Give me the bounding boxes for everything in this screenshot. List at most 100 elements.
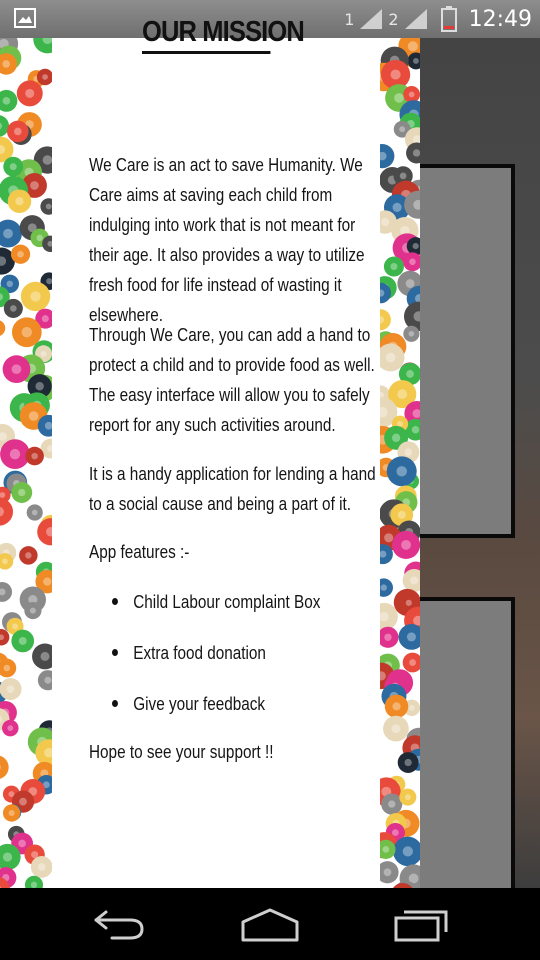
navigation-bar [0,888,540,960]
button-decoration [37,863,46,871]
list-item: Give your feedback [112,694,265,715]
button-decoration [15,197,24,206]
button-decoration [3,664,11,672]
back-icon[interactable] [86,902,156,946]
button-decoration [9,448,21,460]
background-card[interactable] [420,164,515,538]
recents-icon[interactable] [386,902,456,946]
bullet-icon [112,597,118,605]
image-notification-icon [14,8,36,28]
button-decoration [28,411,39,421]
button-decoration [12,623,19,630]
button-decoration [385,352,396,363]
list-item: Extra food donation [112,643,266,664]
signal-icon [404,9,427,29]
button-decoration [3,228,13,239]
button-decoration [36,234,43,242]
button-decoration [384,633,392,641]
sim2-label: 2 [388,9,399,29]
button-decoration [43,577,52,586]
button-decoration [413,57,419,64]
button-decoration [30,291,41,302]
button-decoration [380,584,387,591]
button-decoration [391,433,401,443]
button-decoration [19,797,27,806]
button-decoration [18,636,27,645]
mission-paragraph: We Care is an act to save Humanity. We C… [89,155,365,325]
button-decoration [21,327,33,338]
button-decoration [0,755,9,779]
button-decoration [409,258,416,266]
button-decoration [42,155,52,165]
button-decoration [409,659,417,666]
buttons-border-right [380,38,420,888]
buttons-border-left [0,38,52,888]
button-decoration [399,126,406,133]
button-decoration [9,163,17,171]
button-decoration [41,315,49,323]
home-icon[interactable] [235,902,305,946]
button-decoration [384,533,394,543]
button-decoration [392,829,399,836]
closing-text: Hope to see your support !! [89,742,274,762]
battery-icon [440,6,457,32]
button-decoration [411,425,420,434]
button-decoration [394,93,404,103]
button-decoration [397,510,406,519]
button-decoration [2,97,11,105]
button-decoration [401,539,411,550]
button-decoration [0,320,6,336]
button-decoration [408,91,415,98]
button-decoration [7,725,14,732]
button-decoration [405,279,415,288]
feature-label: Child Labour complaint Box [133,592,321,612]
button-decoration [392,202,402,212]
button-decoration [383,868,392,877]
button-decoration [408,330,415,337]
button-decoration [14,127,22,136]
feature-label: Give your feedback [133,694,266,714]
button-decoration [410,576,419,585]
button-decoration [35,382,44,391]
button-decoration [391,724,401,734]
bullet-icon [112,648,118,656]
button-decoration [408,704,415,711]
button-decoration [407,41,418,52]
button-decoration [18,839,26,848]
button-decoration [25,552,32,559]
button-decoration [412,242,419,250]
button-decoration [412,149,420,157]
button-decoration [399,172,407,180]
background-card[interactable] [420,597,515,892]
button-decoration [397,420,403,427]
mission-paragraph: Through We Care, you can add a hand to p… [89,325,375,435]
signal-icon [360,9,383,29]
button-decoration [6,685,15,693]
button-decoration [381,217,390,227]
feature-label: Extra food donation [133,643,266,663]
button-decoration [397,389,408,400]
button-decoration [388,800,396,808]
button-decoration [9,305,17,312]
button-decoration [390,69,401,80]
features-heading: App features :- [89,542,190,562]
button-decoration [45,203,52,210]
list-item: Child Labour complaint Box [112,592,320,613]
button-decoration [40,651,50,661]
button-decoration [29,607,36,614]
button-decoration [25,88,35,98]
button-decoration [42,74,48,80]
clock: 12:49 [468,6,532,32]
button-decoration [44,676,52,684]
button-decoration [392,702,401,711]
button-decoration [402,846,413,857]
button-decoration [405,599,412,606]
mission-paragraph: It is a handy application for lending a … [89,464,376,514]
button-decoration [404,794,411,801]
button-decoration [406,632,416,642]
button-decoration [390,263,398,271]
button-decoration [31,509,38,516]
button-decoration [6,280,14,288]
button-decoration [30,181,39,190]
button-decoration [2,558,8,565]
